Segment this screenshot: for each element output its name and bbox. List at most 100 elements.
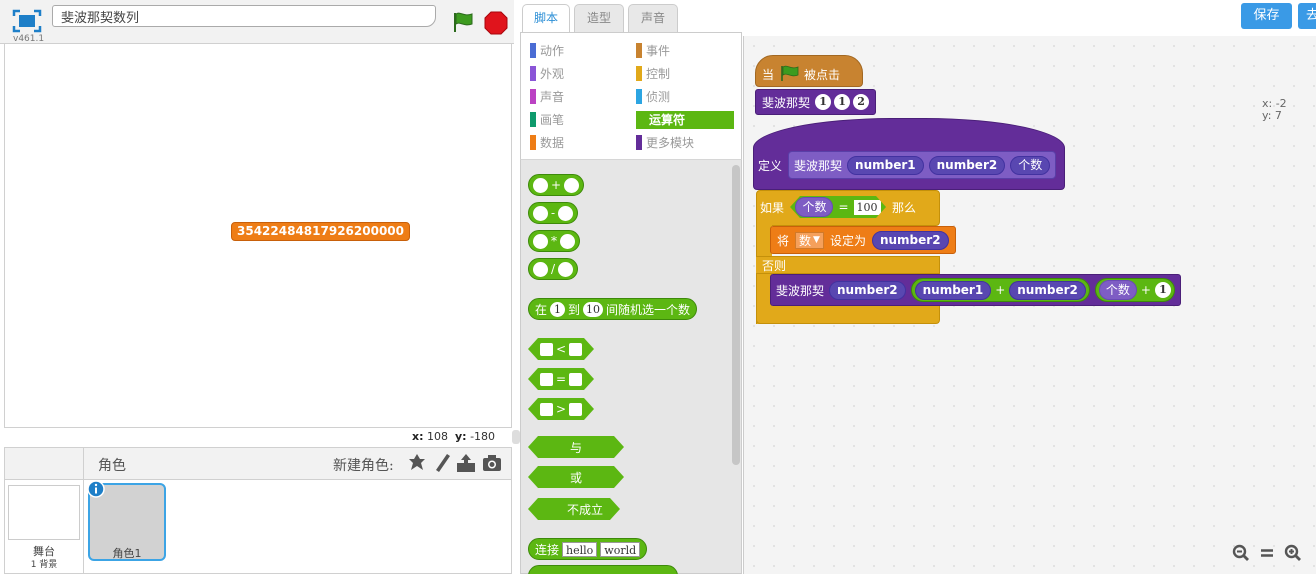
equals-block[interactable]: = xyxy=(528,368,594,390)
collapse-handle[interactable] xyxy=(512,430,520,444)
arg-2[interactable]: 1 xyxy=(834,94,851,110)
op-symbol: / xyxy=(551,262,556,276)
subtract-block[interactable]: - xyxy=(528,202,579,224)
stop-icon[interactable] xyxy=(484,11,508,35)
multiply-block[interactable]: * xyxy=(528,230,580,252)
when-flag-clicked-block[interactable]: 当 被点击 xyxy=(755,55,863,87)
new-sprite-label: 新建角色: xyxy=(333,458,394,474)
count-reporter[interactable]: 个数 xyxy=(1098,280,1137,300)
sum-number1[interactable]: number1 xyxy=(914,280,992,300)
slot[interactable] xyxy=(540,403,553,416)
sprite-library-icon[interactable] xyxy=(406,452,428,474)
tab-costumes[interactable]: 造型 xyxy=(574,4,624,32)
green-flag-icon xyxy=(779,64,799,85)
op-symbol: = xyxy=(838,200,849,214)
sum-number2[interactable]: number2 xyxy=(1009,280,1086,300)
category-motion[interactable]: 动作 xyxy=(530,42,620,60)
join-a[interactable]: hello xyxy=(562,541,598,557)
slot[interactable] xyxy=(540,343,553,356)
category-sound[interactable]: 声音 xyxy=(530,88,620,106)
paint-brush-icon[interactable] xyxy=(431,452,453,474)
slot[interactable] xyxy=(533,261,548,277)
op-symbol: + xyxy=(551,178,562,192)
go-button[interactable]: 去 xyxy=(1298,3,1316,29)
hat-text: 被点击 xyxy=(804,67,841,82)
variable-monitor[interactable]: 35422484817926200000 xyxy=(231,222,410,241)
camera-icon[interactable] xyxy=(481,452,503,474)
slot[interactable] xyxy=(560,233,575,249)
not-block[interactable]: 不成立 xyxy=(528,498,620,520)
less-than-block[interactable]: < xyxy=(528,338,594,360)
slot[interactable] xyxy=(533,177,548,193)
upload-icon[interactable] xyxy=(455,452,477,474)
project-title-input[interactable]: 斐波那契数列 xyxy=(52,5,436,27)
category-data[interactable]: 数据 xyxy=(530,134,620,152)
green-flag-icon[interactable] xyxy=(451,10,475,34)
category-sensing[interactable]: 侦测 xyxy=(636,88,734,106)
and-block[interactable]: 与 xyxy=(528,436,624,458)
slot[interactable] xyxy=(533,233,548,249)
hat-text: 当 xyxy=(762,67,775,82)
count-increment[interactable]: 1 xyxy=(1154,282,1171,298)
info-icon[interactable] xyxy=(87,480,105,498)
variable-dropdown[interactable]: 数 ▼ xyxy=(795,231,824,249)
category-more-blocks[interactable]: 更多模块 xyxy=(636,134,734,152)
or-block[interactable]: 或 xyxy=(528,466,624,488)
random-to[interactable]: 10 xyxy=(583,301,604,317)
slot[interactable] xyxy=(558,205,574,221)
palette-scrollbar[interactable] xyxy=(732,165,740,465)
op-symbol: + xyxy=(1140,283,1151,297)
count-reporter[interactable]: 个数 xyxy=(795,197,833,217)
add-block[interactable]: + xyxy=(528,174,585,196)
equals-condition[interactable]: 个数 = 100 xyxy=(790,196,886,218)
category-events[interactable]: 事件 xyxy=(636,42,734,60)
partial-block[interactable] xyxy=(528,565,678,574)
slot[interactable] xyxy=(569,373,582,386)
zoom-reset-icon[interactable] xyxy=(1259,544,1275,566)
op-symbol: > xyxy=(555,402,567,416)
slot[interactable] xyxy=(564,177,580,193)
fibonacci-call-block[interactable]: 斐波那契 1 1 2 xyxy=(755,89,877,115)
op-label: 或 xyxy=(569,470,582,485)
count-plus-one-expression[interactable]: 个数 + 1 xyxy=(1094,278,1175,302)
block-text: 在 xyxy=(535,302,548,317)
category-pen[interactable]: 画笔 xyxy=(530,111,620,129)
if-value[interactable]: 100 xyxy=(854,200,881,215)
tab-sounds[interactable]: 声音 xyxy=(628,4,678,32)
divide-block[interactable]: / xyxy=(528,258,579,280)
param-count[interactable]: 个数 xyxy=(1010,155,1051,175)
define-prototype[interactable]: 斐波那契 number1 number2 个数 xyxy=(788,151,1057,179)
rec-arg-number2[interactable]: number2 xyxy=(829,280,906,300)
join-block[interactable]: 连接 hello world xyxy=(528,538,648,560)
slot[interactable] xyxy=(540,373,553,386)
if-then: 那么 xyxy=(892,200,917,215)
zoom-out-icon[interactable] xyxy=(1232,544,1250,566)
define-label: 定义 xyxy=(758,158,783,173)
set-value[interactable]: number2 xyxy=(871,230,949,250)
random-from[interactable]: 1 xyxy=(550,301,566,317)
slot[interactable] xyxy=(569,403,582,416)
category-operators[interactable]: 运算符 xyxy=(636,111,734,129)
save-button[interactable]: 保存 xyxy=(1241,3,1292,29)
if-label: 如果 xyxy=(760,200,785,215)
block-text: 斐波那契 xyxy=(776,283,825,298)
fullscreen-icon[interactable] xyxy=(12,9,42,33)
param-number2[interactable]: number2 xyxy=(928,155,1006,175)
greater-than-block[interactable]: > xyxy=(528,398,594,420)
arg-3[interactable]: 2 xyxy=(853,94,870,110)
slot[interactable] xyxy=(558,261,574,277)
stage-thumbnail[interactable] xyxy=(8,485,80,540)
random-block[interactable]: 在 1 到 10 间随机选一个数 xyxy=(528,298,698,320)
join-b[interactable]: world xyxy=(600,541,641,557)
add-expression[interactable]: number1 + number2 xyxy=(910,278,1090,302)
slot[interactable] xyxy=(533,205,548,221)
fibonacci-recursive-call[interactable]: 斐波那契 number2 number1 + number2 个数 + 1 xyxy=(770,274,1181,306)
slot[interactable] xyxy=(569,343,582,356)
set-variable-block[interactable]: 将 数 ▼ 设定为 number2 xyxy=(770,226,956,254)
param-number1[interactable]: number1 xyxy=(847,155,924,175)
arg-1[interactable]: 1 xyxy=(815,94,832,110)
tab-scripts[interactable]: 脚本 xyxy=(522,4,570,33)
category-looks[interactable]: 外观 xyxy=(530,65,620,83)
category-control[interactable]: 控制 xyxy=(636,65,734,83)
zoom-in-icon[interactable] xyxy=(1284,544,1302,566)
